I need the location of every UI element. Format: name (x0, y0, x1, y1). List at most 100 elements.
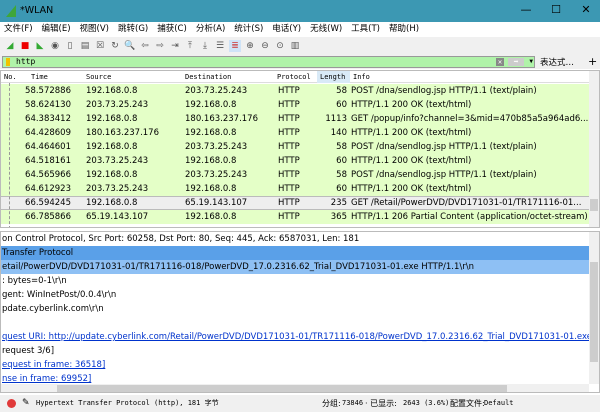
menu-item-6[interactable]: 统计(S) (234, 22, 263, 37)
column-time[interactable]: Time (31, 73, 48, 81)
go-to-packet-icon[interactable]: ⇥ (169, 40, 181, 52)
menu-item-5[interactable]: 分析(A) (196, 22, 225, 37)
packet-list-scrollbar[interactable] (589, 71, 599, 227)
cell-info: HTTP/1.1 206 Partial Content (applicatio… (351, 212, 588, 222)
column-destination[interactable]: Destination (185, 73, 231, 81)
reload-icon[interactable]: ↻ (109, 40, 121, 52)
cell-dst: 65.19.143.107 (185, 198, 248, 208)
minimize-button[interactable]: — (516, 3, 536, 16)
detail-row[interactable]: pdate.cyberlink.com\r\n (1, 302, 589, 316)
expression-button[interactable]: 表达式… (540, 56, 574, 68)
menu-item-8[interactable]: 无线(W) (310, 22, 342, 37)
maximize-button[interactable]: ☐ (546, 3, 566, 16)
menu-item-0[interactable]: 文件(F) (4, 22, 33, 37)
detail-row[interactable] (1, 316, 589, 330)
autoscroll-icon[interactable]: ☰ (214, 40, 226, 52)
column-source[interactable]: Source (86, 73, 111, 81)
conversation-line (9, 83, 10, 227)
displayed-label: · 已显示: (365, 399, 397, 408)
display-filter-input[interactable]: http ✕ ➡ ▼ (2, 56, 535, 68)
chevron-down-icon[interactable]: ▼ (529, 57, 533, 67)
profile-label[interactable]: 配置文件: (450, 395, 485, 412)
go-first-icon[interactable]: ⤒ (184, 40, 196, 52)
go-last-icon[interactable]: ⤓ (199, 40, 211, 52)
detail-link[interactable]: nse in frame: 69952] (2, 374, 91, 384)
detail-link[interactable]: equest in frame: 36518] (2, 360, 105, 370)
cell-dst: 192.168.0.8 (185, 156, 237, 166)
packet-row[interactable]: 58.572886 192.168.0.8 203.73.25.243 HTTP 58 P… (1, 84, 591, 98)
column-info[interactable]: Info (353, 73, 370, 81)
zoom-normal-icon[interactable]: ⊙ (274, 40, 286, 52)
packet-row[interactable]: 58.624130 203.73.25.243 192.168.0.8 HTTP 60 H… (1, 98, 591, 112)
menu-item-7[interactable]: 电话(Y) (272, 22, 301, 37)
close-file-icon[interactable]: ☒ (94, 40, 106, 52)
details-horizontal-scrollbar[interactable] (1, 384, 589, 392)
save-file-icon[interactable]: ▤ (79, 40, 91, 52)
menu-item-4[interactable]: 捕获(C) (157, 22, 187, 37)
cell-len: 1113 (325, 114, 347, 124)
cell-proto: HTTP (278, 86, 300, 96)
stop-capture-icon[interactable]: ■ (19, 40, 31, 52)
resize-columns-icon[interactable]: ▥ (289, 40, 301, 52)
colorize-icon[interactable]: ≣ (229, 40, 241, 52)
detail-link[interactable]: quest URI: http://update.cyberlink.com/R… (2, 332, 595, 342)
detail-row[interactable]: quest URI: http://update.cyberlink.com/R… (1, 330, 595, 344)
close-button[interactable]: ✕ (576, 3, 596, 16)
find-packet-icon[interactable]: 🔍 (124, 40, 136, 52)
cell-src: 192.168.0.8 (86, 114, 138, 124)
go-back-icon[interactable]: ⇦ (139, 40, 151, 52)
cell-info: POST /dna/sendlog.jsp HTTP/1.1 (text/pla… (351, 142, 537, 152)
displayed-count: 2643 (3.6%) (403, 399, 450, 407)
cell-len: 60 (336, 156, 347, 166)
profile-value[interactable]: Default (484, 395, 514, 412)
selected-field-text: Hypertext Transfer Protocol (http), 181 … (36, 399, 219, 407)
cell-len: 58 (336, 142, 347, 152)
packet-row[interactable]: 64.428609 180.163.237.176 192.168.0.8 HTTP 1… (1, 126, 591, 140)
zoom-in-icon[interactable]: ⊕ (244, 40, 256, 52)
cell-info: GET /Retail/PowerDVD/DVD171031-01/TR1711… (351, 198, 582, 208)
apply-filter-icon[interactable]: ➡ (508, 58, 524, 66)
cell-dst: 192.168.0.8 (185, 212, 237, 222)
column-protocol[interactable]: Protocol (277, 73, 311, 81)
detail-row[interactable]: request 3/6] (1, 344, 589, 358)
detail-row[interactable]: gent: WinInetPost/0.0.4\r\n (1, 288, 589, 302)
packet-row[interactable]: 64.565966 192.168.0.8 203.73.25.243 HTTP 58 P… (1, 168, 591, 182)
column-length[interactable]: Length (317, 71, 350, 83)
detail-row[interactable]: : bytes=0-1\r\n (1, 274, 589, 288)
cell-info: HTTP/1.1 200 OK (text/html) (351, 100, 472, 110)
bookmark-icon[interactable] (6, 58, 10, 66)
restart-capture-icon[interactable]: ◣ (34, 40, 46, 52)
zoom-out-icon[interactable]: ⊖ (259, 40, 271, 52)
window-title: *WLAN (20, 5, 54, 16)
detail-row[interactable]: on Control Protocol, Src Port: 60258, Ds… (1, 232, 589, 246)
cell-time: 64.612923 (25, 184, 71, 194)
menu-item-10[interactable]: 帮助(H) (389, 22, 419, 37)
detail-row[interactable]: etail/PowerDVD/DVD171031-01/TR171116-018… (1, 260, 589, 274)
go-forward-icon[interactable]: ⇨ (154, 40, 166, 52)
edit-comment-icon[interactable]: ✎ (22, 395, 30, 412)
wireshark-logo-icon (6, 5, 16, 17)
packet-row[interactable]: 64.464601 192.168.0.8 203.73.25.243 HTTP 58 P… (1, 140, 591, 154)
packet-row[interactable]: 66.594245 192.168.0.8 65.19.143.107 HTTP 235… (1, 196, 591, 210)
packet-row[interactable]: 64.612923 203.73.25.243 192.168.0.8 HTTP 60 H… (1, 182, 591, 196)
menu-item-1[interactable]: 编辑(E) (42, 22, 71, 37)
packet-row[interactable]: 64.383412 192.168.0.8 180.163.237.176 HTTP 1… (1, 112, 591, 126)
menu-bar: 文件(F) 编辑(E) 视图(V) 跳转(G) 捕获(C) 分析(A) 统计(S) 电话(Y)… (0, 22, 600, 37)
detail-text: : bytes=0-1\r\n (2, 276, 67, 286)
menu-item-9[interactable]: 工具(T) (351, 22, 380, 37)
status-bar: ✎ Hypertext Transfer Protocol (http), 18… (0, 395, 600, 412)
menu-item-3[interactable]: 跳转(G) (118, 22, 148, 37)
capture-options-icon[interactable]: ◉ (49, 40, 61, 52)
packet-row[interactable]: 64.518161 203.73.25.243 192.168.0.8 HTTP 60 H… (1, 154, 591, 168)
clear-filter-icon[interactable]: ✕ (496, 58, 504, 66)
column-no[interactable]: No. (4, 73, 17, 81)
open-file-icon[interactable]: ▯ (64, 40, 76, 52)
menu-item-2[interactable]: 视图(V) (80, 22, 109, 37)
shark-fin-icon[interactable]: ◢ (4, 40, 16, 52)
add-filter-button[interactable]: + (588, 55, 597, 68)
packet-row[interactable]: 66.785866 65.19.143.107 192.168.0.8 HTTP 365… (1, 210, 591, 224)
detail-row[interactable]: Transfer Protocol (1, 246, 589, 260)
detail-row[interactable]: equest in frame: 36518] (1, 358, 589, 372)
details-vertical-scrollbar[interactable] (589, 232, 599, 384)
expert-info-icon[interactable] (7, 399, 16, 408)
